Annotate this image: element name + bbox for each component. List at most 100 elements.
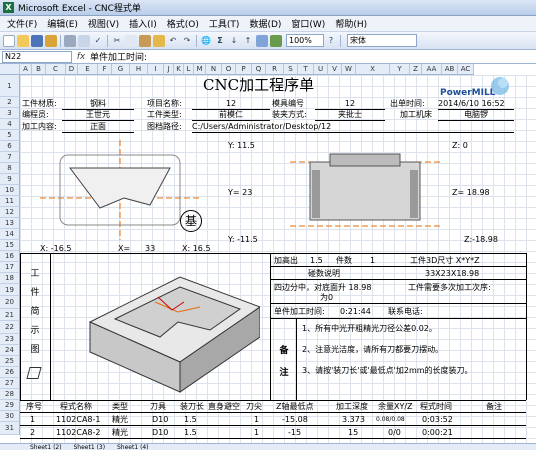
cell-program[interactable]: 1102CA8-2 [56, 427, 100, 438]
row-header-4[interactable]: 4 [0, 119, 20, 130]
column-header-h[interactable]: H [130, 64, 148, 75]
column-header-d[interactable]: D [66, 64, 78, 75]
time-value[interactable]: 2014/6/10 16:52 [438, 99, 514, 110]
column-header-k[interactable]: K [174, 64, 184, 75]
row-header-5[interactable]: 5 [0, 130, 20, 141]
column-header-z[interactable]: Z [410, 64, 422, 75]
column-header-f[interactable]: F [98, 64, 112, 75]
machine-value[interactable]: 电脑锣 [438, 110, 514, 121]
menu-tools[interactable]: 工具(T) [204, 17, 245, 30]
row-header-30[interactable]: 30 [0, 411, 20, 422]
column-header-l[interactable]: L [184, 64, 194, 75]
column-header-s[interactable]: S [284, 64, 298, 75]
column-header-c[interactable]: C [46, 64, 66, 75]
cell-depth[interactable]: 15 [348, 427, 358, 438]
row-header-3[interactable]: 3 [0, 108, 20, 119]
clearance-value[interactable]: 1.5 [310, 256, 323, 266]
open-icon[interactable] [17, 34, 29, 47]
row-header-7[interactable]: 7 [0, 152, 20, 163]
row-header-12[interactable]: 12 [0, 207, 20, 218]
column-header-o[interactable]: O [222, 64, 236, 75]
column-header-p[interactable]: P [236, 64, 252, 75]
new-icon[interactable] [3, 34, 15, 47]
column-header-u[interactable]: U [314, 64, 328, 75]
count-value[interactable]: 1 [370, 256, 375, 266]
column-header-q[interactable]: Q [252, 64, 266, 75]
row-header-24[interactable]: 24 [0, 345, 20, 356]
column-header-a[interactable]: A [20, 64, 32, 75]
workpiece-value[interactable]: 钢料 [62, 99, 134, 110]
path-value[interactable]: C:/Users/Administrator/Desktop/12 [192, 122, 514, 133]
undo-icon[interactable]: ↶ [167, 35, 179, 47]
menu-edit[interactable]: 编辑(E) [42, 17, 83, 30]
cell-tip[interactable]: 1 [254, 414, 259, 425]
cell-time[interactable]: 0:00:21 [422, 427, 453, 438]
row-header-2[interactable]: 2 [0, 97, 20, 108]
cell-stock[interactable]: 0.08/0.08 [376, 414, 405, 425]
note-2[interactable]: 2、注意光洁度，请所有刀都要刀摆动。 [302, 345, 443, 355]
row-header-18[interactable]: 18 [0, 273, 20, 284]
column-header-r[interactable]: R [266, 64, 284, 75]
row-header-13[interactable]: 13 [0, 218, 20, 229]
type-value[interactable]: 前模仁 [192, 110, 270, 121]
row-header-27[interactable]: 27 [0, 378, 20, 389]
unit-time-value[interactable]: 0:21:44 [340, 307, 371, 317]
table-row[interactable]: 1 1102CA8-1 精光 D10 1.5 1 -15.08 3.373 0.… [20, 414, 526, 426]
cell-tip[interactable]: 1 [254, 427, 259, 438]
column-header-w[interactable]: W [342, 64, 356, 75]
permission-icon[interactable] [45, 34, 57, 47]
mold-value[interactable]: 12 [315, 99, 385, 110]
menu-insert[interactable]: 插入(I) [124, 17, 162, 30]
name-box[interactable]: N22 [2, 50, 72, 63]
cell-stock[interactable]: 0/0 [388, 427, 401, 438]
cell-index[interactable]: 2 [30, 427, 35, 438]
row-header-1[interactable]: 1 [0, 75, 20, 97]
chart-wizard-icon[interactable] [256, 34, 268, 47]
row-header-31[interactable]: 31 [0, 422, 20, 435]
row-header-28[interactable]: 28 [0, 389, 20, 400]
select-all-corner[interactable] [0, 64, 20, 75]
row-header-9[interactable]: 9 [0, 174, 20, 185]
format-painter-icon[interactable] [153, 34, 165, 47]
formula-value[interactable]: 单件加工时间: [90, 50, 147, 63]
menu-view[interactable]: 视图(V) [83, 17, 124, 30]
paste-icon[interactable] [139, 34, 151, 47]
column-header-e[interactable]: E [78, 64, 98, 75]
column-header-b[interactable]: B [32, 64, 46, 75]
cell-tool[interactable]: D10 [152, 414, 168, 425]
row-header-20[interactable]: 20 [0, 296, 20, 309]
note-1[interactable]: 1、所有中光开粗精光刀径公差0.02。 [302, 324, 437, 334]
column-header-y[interactable]: Y [390, 64, 410, 75]
menu-format[interactable]: 格式(O) [162, 17, 204, 30]
column-header-t[interactable]: T [298, 64, 314, 75]
note-3[interactable]: 3、请按'装刀长'或'最低点'加2mm的长度装刀。 [302, 366, 473, 376]
menu-file[interactable]: 文件(F) [2, 17, 42, 30]
column-header-ac[interactable]: AC [458, 64, 474, 75]
size-value[interactable]: 33X23X18.98 [425, 269, 479, 279]
copy-icon[interactable] [125, 34, 137, 47]
cell-type[interactable]: 精光 [112, 427, 128, 438]
cell-tool[interactable]: D10 [152, 427, 168, 438]
row-header-23[interactable]: 23 [0, 334, 20, 345]
column-header-n[interactable]: N [206, 64, 222, 75]
spelling-icon[interactable]: ✓ [92, 35, 104, 47]
cell-time[interactable]: 0:03:52 [422, 414, 453, 425]
row-header-25[interactable]: 25 [0, 356, 20, 367]
menu-help[interactable]: 帮助(H) [330, 17, 372, 30]
column-header-i[interactable]: I [148, 64, 164, 75]
zoom-select[interactable]: 100% [286, 34, 324, 47]
table-row[interactable]: 2 1102CA8-2 精光 D10 1.5 1 -15 15 0/0 0:00… [20, 427, 526, 439]
datum-text-2[interactable]: 为0 [320, 293, 333, 303]
row-header-21[interactable]: 21 [0, 309, 20, 321]
column-header-aa[interactable]: AA [422, 64, 442, 75]
cell-program[interactable]: 1102CA8-1 [56, 414, 100, 425]
column-header-v[interactable]: V [328, 64, 342, 75]
print-icon[interactable] [64, 34, 76, 47]
print-preview-icon[interactable] [78, 34, 90, 47]
datum-text-1[interactable]: 四边分中，对底面升 18.98 [274, 283, 371, 293]
row-header-16[interactable]: 16 [0, 251, 20, 262]
column-header-ab[interactable]: AB [442, 64, 458, 75]
row-header-26[interactable]: 26 [0, 367, 20, 378]
column-header-x[interactable]: X [356, 64, 390, 75]
row-header-29[interactable]: 29 [0, 400, 20, 411]
